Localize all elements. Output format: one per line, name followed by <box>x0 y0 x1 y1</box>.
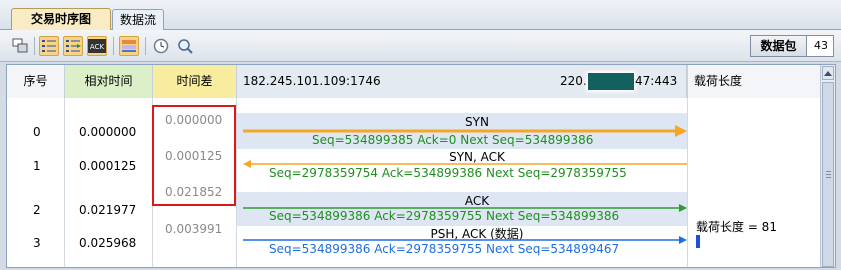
row-seq: 1 <box>33 159 41 173</box>
time-diff-highlight-box <box>152 105 236 206</box>
vertical-scrollbar[interactable] <box>820 65 835 267</box>
clock-icon[interactable] <box>151 36 171 56</box>
redacted-ip-mask <box>588 73 634 90</box>
packet-detail: Seq=534899386 Ack=2978359755 Next Seq=53… <box>269 242 620 256</box>
toolbar: ACK <box>0 30 841 62</box>
header-seq[interactable]: 序号 <box>7 65 65 98</box>
left-endpoint: 182.245.101.109:1746 <box>243 74 381 88</box>
scroll-thumb[interactable] <box>822 82 834 267</box>
header-time-diff[interactable]: 时间差 <box>153 65 237 98</box>
row-seq: 3 <box>33 236 41 250</box>
header-payload-length[interactable]: 载荷长度 <box>687 65 821 98</box>
color-chart-icon[interactable] <box>119 36 139 56</box>
right-endpoint: 220. <box>560 65 587 98</box>
packets-count: 43 <box>814 39 828 52</box>
packets-label: 数据包 <box>751 36 807 56</box>
row-seq: 2 <box>33 203 41 217</box>
scroll-up-icon[interactable] <box>822 66 834 80</box>
list-view-icon[interactable] <box>39 36 59 56</box>
row-relative-time: 0.021977 <box>79 203 137 217</box>
row-relative-time: 0.000000 <box>79 125 137 139</box>
svg-text:ACK: ACK <box>90 43 105 51</box>
sequence-grid: 序号 相对时间 时间差 182.245.101.109:1746 220. 47… <box>6 64 836 268</box>
right-endpoint-prefix: 220. <box>560 74 587 88</box>
ack-toggle-icon[interactable]: ACK <box>87 36 107 56</box>
row-seq: 0 <box>33 125 41 139</box>
flow-view-icon[interactable] <box>63 36 83 56</box>
row-relative-time: 0.025968 <box>79 236 137 250</box>
right-endpoint-suffix: 47:443 <box>635 74 678 88</box>
payload-bar <box>696 235 700 248</box>
tab-strip: 交易时序图 数据流 <box>0 0 841 31</box>
row-time-diff: 0.003991 <box>165 222 223 236</box>
packet-count-box: 数据包 43 <box>750 35 834 57</box>
search-icon[interactable] <box>175 36 195 56</box>
packet-detail: Seq=534899385 Ack=0 Next Seq=534899386 <box>312 133 594 147</box>
layout-icon[interactable] <box>10 36 30 56</box>
payload-length-note: 载荷长度 = 81 <box>696 220 777 234</box>
row-relative-time: 0.000125 <box>79 159 137 173</box>
header-relative-time[interactable]: 相对时间 <box>65 65 153 98</box>
packet-detail: Seq=534899386 Ack=2978359755 Next Seq=53… <box>269 209 620 223</box>
tab-data-flow[interactable]: 数据流 <box>112 9 164 30</box>
tab-transaction-timing[interactable]: 交易时序图 <box>11 8 111 31</box>
packet-detail: Seq=2978359754 Ack=534899386 Next Seq=29… <box>269 166 627 180</box>
